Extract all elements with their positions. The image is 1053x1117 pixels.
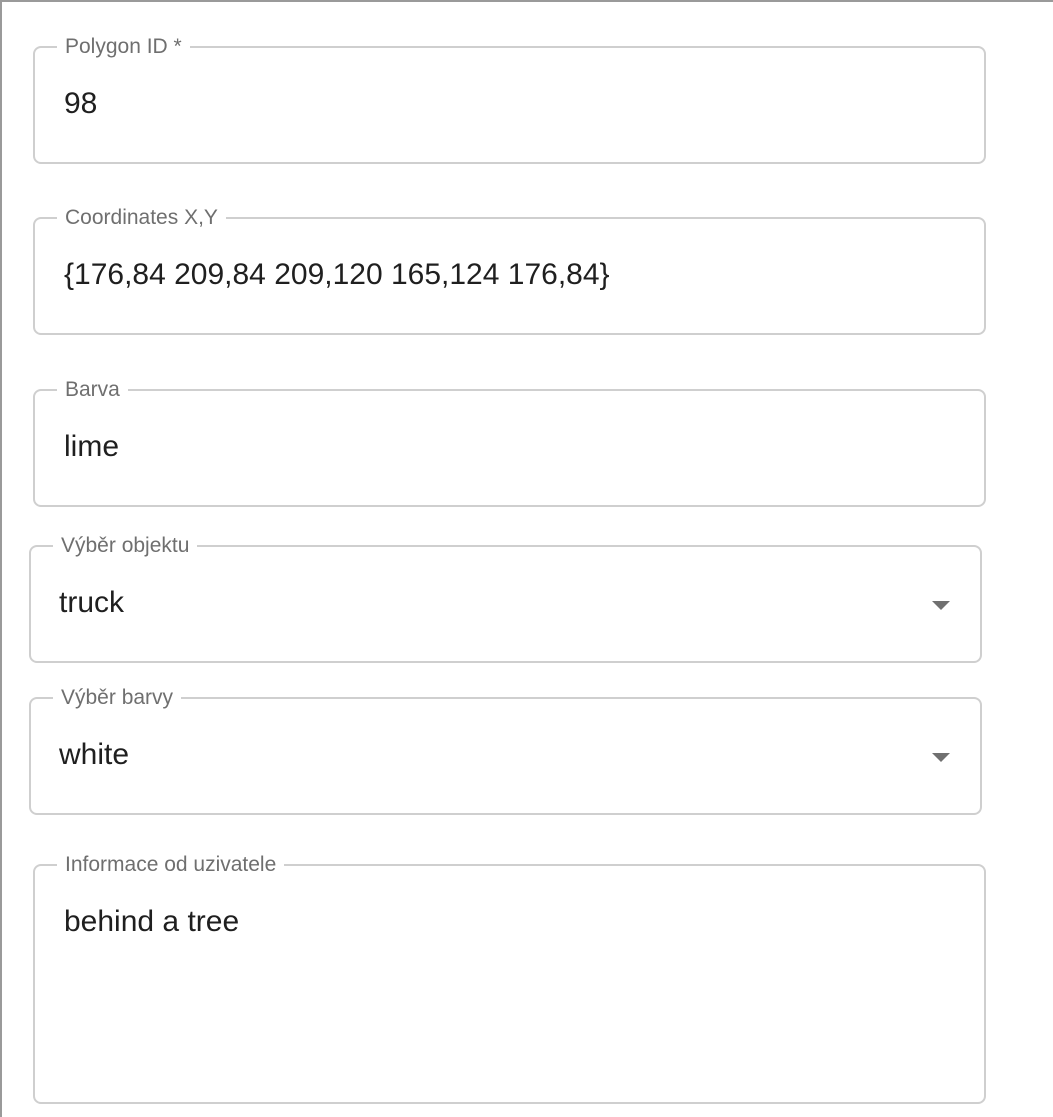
coordinates-input[interactable] [64,257,944,293]
vyber-barvy-label: Výběr barvy [53,686,182,710]
barva-input[interactable] [64,429,944,465]
barva-field[interactable]: Barva [33,378,986,507]
form-panel: Polygon ID * Coordinates X,Y Barva Výběr… [0,0,1053,1117]
chevron-down-icon[interactable] [932,601,950,610]
barva-label: Barva [57,378,128,402]
vyber-objektu-select[interactable]: Výběr objektu truck [29,534,982,663]
informace-label: Informace od uzivatele [57,853,285,877]
vyber-objektu-value[interactable]: truck [59,585,859,621]
informace-field[interactable]: Informace od uzivatele behind a tree [33,853,986,1104]
vyber-barvy-value[interactable]: white [59,737,859,773]
informace-textarea[interactable]: behind a tree [64,904,944,1084]
coordinates-field[interactable]: Coordinates X,Y [33,206,986,335]
polygon-id-label: Polygon ID * [57,35,190,59]
vyber-objektu-label: Výběr objektu [53,534,198,558]
coordinates-label: Coordinates X,Y [57,206,226,230]
vyber-barvy-select[interactable]: Výběr barvy white [29,686,982,815]
polygon-id-field[interactable]: Polygon ID * [33,35,986,164]
polygon-id-input[interactable] [64,86,944,122]
chevron-down-icon[interactable] [932,753,950,762]
